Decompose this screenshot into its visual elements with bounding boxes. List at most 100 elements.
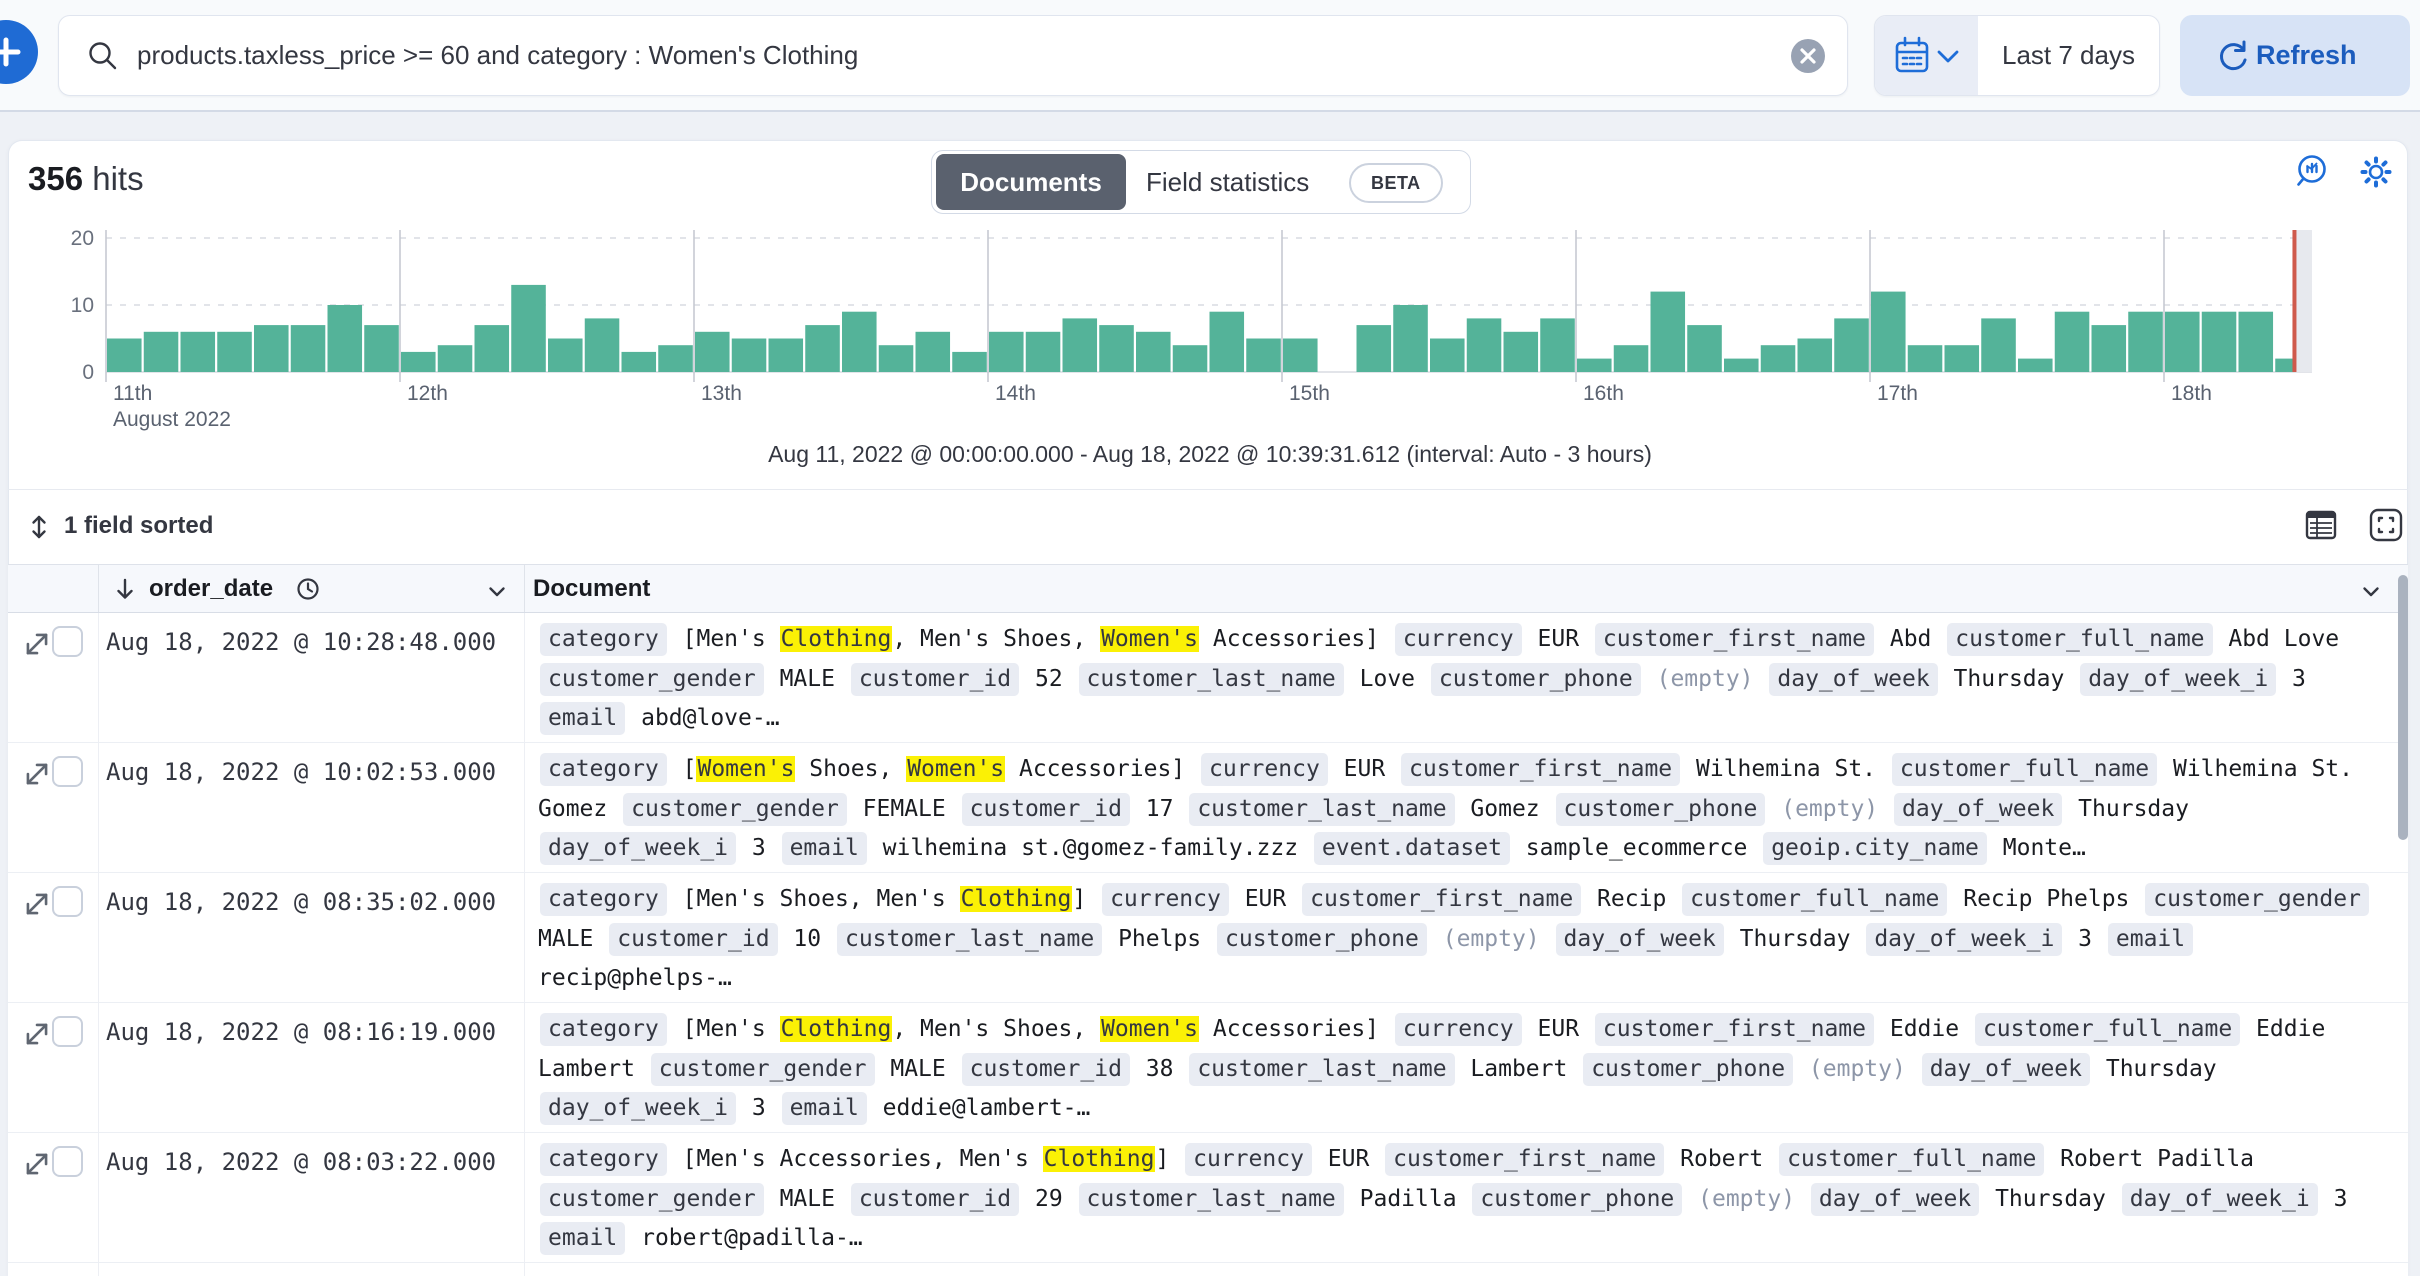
histogram-bar[interactable] — [1430, 339, 1465, 373]
histogram-bar[interactable] — [1210, 312, 1245, 372]
histogram-bar[interactable] — [1945, 345, 1980, 372]
histogram-bar[interactable] — [1504, 332, 1539, 372]
field-value: wilhemina st.@gomez-family.zzz — [869, 835, 1312, 861]
field-name-badge: category — [540, 1013, 667, 1046]
histogram-bar[interactable] — [107, 339, 142, 373]
time-range-label[interactable]: Last 7 days — [1978, 16, 2159, 95]
histogram-bar[interactable] — [1798, 339, 1833, 373]
histogram-bar[interactable] — [2165, 312, 2200, 372]
date-quick-select-button[interactable] — [1875, 16, 1978, 95]
vertical-scrollbar[interactable] — [2398, 575, 2408, 840]
histogram-bar[interactable] — [989, 332, 1024, 372]
histogram-bar[interactable] — [732, 339, 767, 373]
chevron-down-icon[interactable] — [486, 581, 508, 603]
histogram-bar[interactable] — [2202, 312, 2237, 372]
histogram-bar[interactable] — [1614, 345, 1649, 372]
histogram-bar[interactable] — [401, 352, 436, 372]
histogram-bar[interactable] — [1761, 345, 1796, 372]
histogram-bar[interactable] — [1136, 332, 1171, 372]
query-text: products.taxless_price >= 60 and categor… — [137, 16, 858, 95]
tab-documents[interactable]: Documents — [936, 154, 1126, 210]
field-value: Abd Love — [2215, 626, 2340, 652]
histogram-bar[interactable] — [1283, 339, 1318, 373]
histogram-bar[interactable] — [842, 312, 877, 372]
expand-document-button[interactable] — [20, 757, 54, 791]
field-value: Accessories] — [1199, 1016, 1393, 1042]
histogram-bar[interactable] — [1063, 318, 1098, 372]
histogram-bar[interactable] — [2275, 359, 2293, 372]
date-range-picker[interactable]: Last 7 days — [1874, 15, 2160, 96]
histogram-bar[interactable] — [1467, 318, 1502, 372]
histogram-bar[interactable] — [1687, 325, 1722, 372]
histogram-bar[interactable] — [2092, 325, 2127, 372]
tab-field-statistics[interactable]: Field statistics — [1146, 151, 1309, 213]
clear-query-button[interactable] — [1791, 39, 1825, 73]
histogram-bar[interactable] — [548, 339, 583, 373]
histogram-bar[interactable] — [1871, 292, 1906, 372]
histogram-bar[interactable] — [1577, 359, 1612, 372]
inspect-chart-button[interactable] — [2294, 152, 2334, 197]
histogram-bar[interactable] — [805, 325, 840, 372]
histogram-bar[interactable] — [291, 325, 326, 372]
histogram-bar[interactable] — [1099, 325, 1134, 372]
histogram-bar[interactable] — [1981, 318, 2016, 372]
histogram-bar[interactable] — [2018, 359, 2053, 372]
histogram-bar[interactable] — [181, 332, 216, 372]
fullscreen-icon[interactable] — [2367, 506, 2405, 544]
field-value: [Men's Accessories, Men's — [669, 1146, 1043, 1172]
histogram-bar[interactable] — [144, 332, 179, 372]
expand-document-button[interactable] — [20, 1017, 54, 1051]
histogram-bar[interactable] — [1357, 325, 1392, 372]
histogram-bar[interactable] — [2055, 312, 2090, 372]
add-filter-button[interactable] — [0, 20, 38, 84]
select-document-checkbox[interactable] — [52, 1146, 83, 1177]
sorted-fields-button[interactable]: 1 field sorted — [64, 512, 213, 540]
histogram-bar[interactable] — [695, 332, 730, 372]
chevron-down-icon[interactable] — [2360, 581, 2382, 603]
chart-options-button[interactable] — [2356, 152, 2396, 197]
histogram-bar[interactable] — [364, 325, 399, 372]
select-document-checkbox[interactable] — [52, 886, 83, 917]
query-input[interactable]: products.taxless_price >= 60 and categor… — [58, 15, 1848, 96]
histogram-bar[interactable] — [1393, 305, 1428, 372]
histogram-bar[interactable] — [1026, 332, 1061, 372]
histogram-bar[interactable] — [1834, 318, 1869, 372]
sort-fields-icon[interactable] — [24, 512, 54, 542]
select-document-checkbox[interactable] — [52, 756, 83, 787]
histogram-bar[interactable] — [438, 345, 473, 372]
histogram-bar[interactable] — [1724, 359, 1759, 372]
y-axis-tick-label: 20 — [71, 227, 94, 250]
histogram-bar[interactable] — [879, 345, 914, 372]
histogram-bar[interactable] — [2239, 312, 2274, 372]
histogram-bar[interactable] — [2128, 312, 2163, 372]
column-header-document[interactable]: Document — [533, 565, 650, 612]
histogram-bar[interactable] — [328, 305, 363, 372]
field-value: MALE — [877, 1056, 960, 1082]
histogram-bar[interactable] — [511, 285, 546, 372]
field-name-badge: currency — [1201, 753, 1328, 786]
histogram-bar[interactable] — [585, 318, 620, 372]
histogram-bar[interactable] — [1173, 345, 1208, 372]
histogram-bar[interactable] — [622, 352, 657, 372]
refresh-button[interactable]: Refresh — [2180, 15, 2410, 96]
histogram-bar[interactable] — [1540, 318, 1575, 372]
histogram-bar[interactable] — [475, 325, 510, 372]
histogram-bar[interactable] — [916, 332, 951, 372]
histogram-bar[interactable] — [658, 345, 693, 372]
expand-document-button[interactable] — [20, 887, 54, 921]
histogram-bar[interactable] — [254, 325, 289, 372]
expand-document-button[interactable] — [20, 627, 54, 661]
histogram-bar[interactable] — [952, 352, 987, 372]
expand-document-button[interactable] — [20, 1147, 54, 1181]
histogram-bar[interactable] — [1908, 345, 1943, 372]
column-header-order-date[interactable]: order_date — [149, 565, 273, 612]
select-document-checkbox[interactable] — [52, 626, 83, 657]
select-document-checkbox[interactable] — [52, 1016, 83, 1047]
histogram-bar[interactable] — [769, 339, 804, 373]
histogram-bar[interactable] — [1651, 292, 1686, 372]
histogram-bar[interactable] — [217, 332, 252, 372]
document-cell: category [Men's Accessories, Men's Cloth… — [538, 1140, 2394, 1259]
histogram-bar[interactable] — [1246, 339, 1281, 373]
display-options-icon[interactable] — [2302, 506, 2340, 544]
table-row: Aug 18, 2022 @ 08:03:22.000category [Men… — [8, 1133, 2408, 1263]
